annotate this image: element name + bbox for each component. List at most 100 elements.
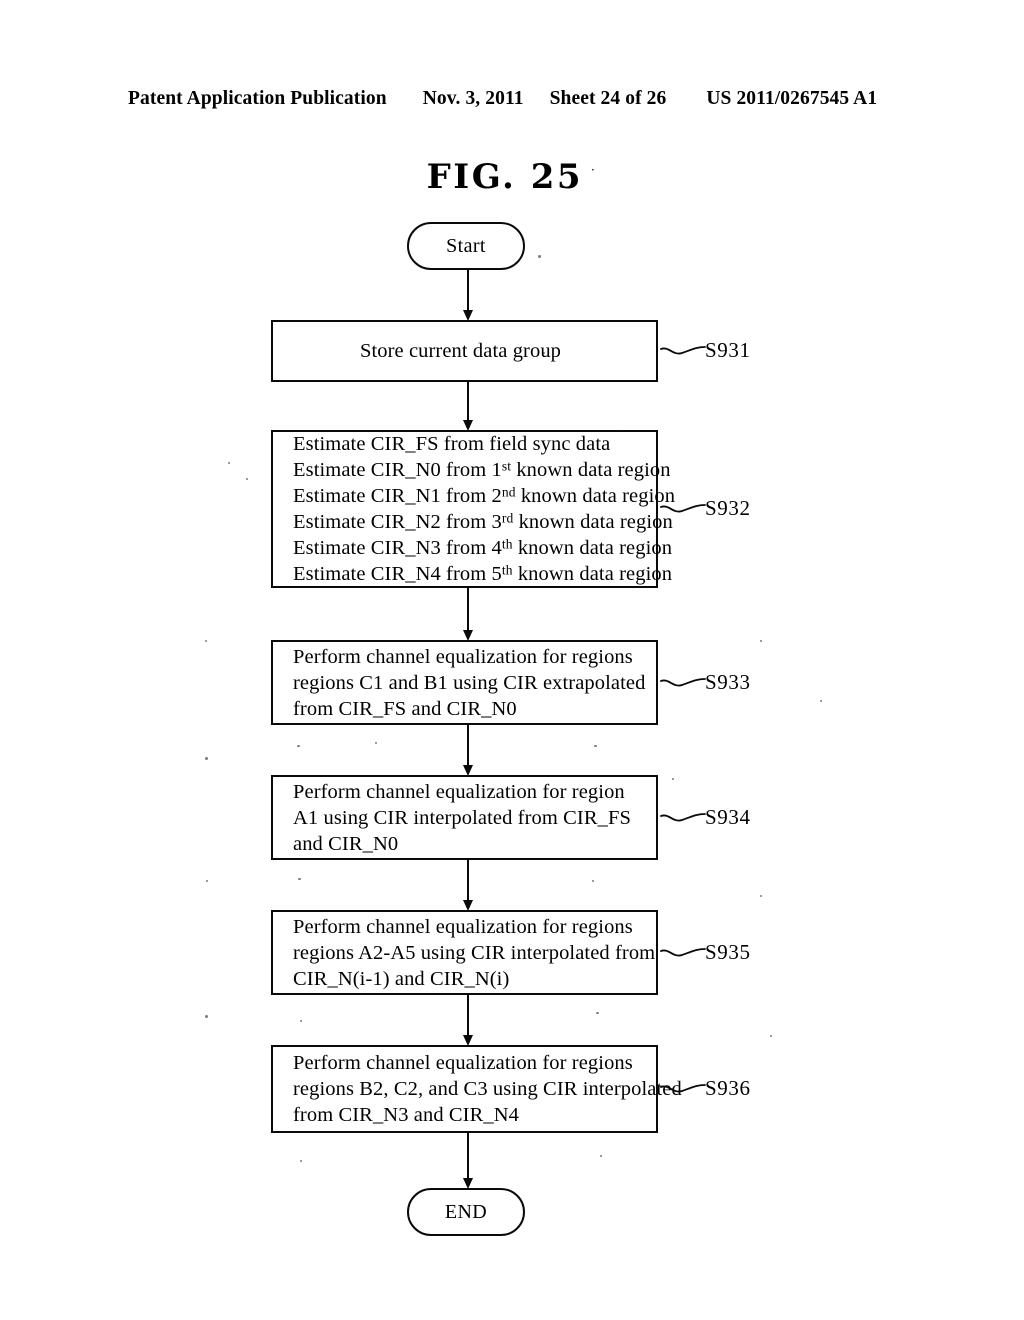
scan-speck — [617, 430, 619, 432]
start-terminal-label: Start — [446, 234, 486, 257]
step-ref-leader-s935 — [660, 946, 706, 960]
process-line: Estimate CIR_FS from field sync data — [293, 433, 611, 455]
process-line: Store current data group — [359, 340, 562, 362]
scan-speck — [300, 1160, 302, 1162]
process-line: Estimate CIR_N1 from 2nd known data regi… — [293, 484, 676, 507]
scan-speck — [820, 700, 822, 702]
process-box-s931: Store current data group — [271, 320, 658, 382]
flow-connector-0 — [467, 270, 469, 311]
flow-arrowhead-4 — [462, 900, 473, 911]
end-terminal-label: END — [444, 1200, 488, 1223]
process-line: from CIR_N3 and CIR_N4 — [293, 1104, 519, 1126]
ordinal-suffix: th — [501, 562, 513, 578]
flow-connector-6 — [467, 1133, 469, 1179]
scan-speck — [590, 660, 592, 662]
step-ref-s931: S931 — [705, 338, 751, 362]
scan-speck — [672, 778, 674, 780]
step-ref-s932: S932 — [705, 496, 751, 520]
scan-speck — [760, 895, 762, 897]
flow-connector-4 — [467, 860, 469, 901]
scan-speck — [206, 880, 208, 882]
process-box-s933: Perform channel equalization for regions… — [271, 640, 658, 725]
flow-connector-1 — [467, 382, 469, 421]
process-line: and CIR_N0 — [293, 832, 399, 855]
process-line: Perform channel equalization for regions — [293, 915, 633, 938]
step-ref-leader-s931 — [660, 344, 706, 358]
ordinal-suffix: st — [501, 458, 512, 474]
scan-speck — [596, 1012, 599, 1014]
step-ref-s933: S933 — [705, 669, 751, 694]
process-box-text-s931: Store current data group — [273, 338, 656, 364]
publication-header: Patent Application Publication Nov. 3, 2… — [128, 88, 896, 110]
ordinal-suffix: th — [501, 536, 513, 552]
scan-speck — [543, 352, 545, 354]
step-ref-leader-s933 — [660, 676, 706, 690]
step-ref-s935: S935 — [705, 939, 751, 964]
header-date-label: Nov. 3, 2011 — [422, 88, 524, 109]
end-terminal: END — [407, 1188, 525, 1236]
scan-speck — [297, 745, 300, 747]
process-box-text-s933: Perform channel equalization for regions… — [273, 644, 656, 722]
process-line: Perform channel equalization for regions — [293, 1052, 633, 1074]
scan-speck — [205, 1015, 208, 1018]
title-speck-icon: · — [591, 163, 598, 177]
process-box-s932: Estimate CIR_FS from field sync data Esti… — [271, 430, 676, 588]
process-box-s935: Perform channel equalization for regions… — [271, 910, 658, 995]
scan-speck — [246, 478, 248, 480]
flow-connector-2 — [467, 588, 469, 631]
flow-arrowhead-6 — [462, 1178, 473, 1189]
scan-speck — [228, 462, 230, 464]
scan-speck — [205, 640, 207, 642]
scan-speck — [600, 1155, 602, 1157]
ordinal-suffix: rd — [501, 510, 514, 526]
process-line: Estimate CIR_N3 from 4th known data regi… — [293, 536, 673, 559]
process-line: regions A2-A5 using CIR interpolated fro… — [293, 941, 656, 964]
flow-connector-3 — [467, 725, 469, 766]
process-box-text-s932: Estimate CIR_FS from field sync data Esti… — [273, 431, 676, 587]
scan-speck — [594, 745, 597, 747]
step-ref-leader-s932 — [660, 502, 706, 516]
process-line: Estimate CIR_N4 from 5th known data regi… — [293, 562, 673, 585]
start-terminal: Start — [407, 222, 525, 270]
step-ref-s936: S936 — [705, 1076, 751, 1100]
scan-speck — [300, 1020, 302, 1022]
scan-speck — [770, 1035, 772, 1037]
flow-connector-5 — [467, 995, 469, 1036]
flow-arrowhead-5 — [462, 1035, 473, 1046]
process-line: regions C1 and B1 using CIR extrapolated — [293, 671, 646, 694]
figure-title: FIG. 25 · — [0, 157, 1024, 197]
flow-arrowhead-2 — [462, 630, 473, 641]
process-line: A1 using CIR interpolated from CIR_FS — [293, 806, 631, 829]
step-ref-s934: S934 — [705, 804, 751, 829]
process-line: from CIR_FS and CIR_N0 — [293, 697, 517, 720]
header-document-number: US 2011/0267545 A1 — [706, 88, 878, 109]
process-box-text-s934: Perform channel equalization for region A… — [273, 779, 656, 857]
scan-speck — [298, 878, 301, 880]
scan-speck — [538, 255, 541, 258]
process-line: regions B2, C2, and C3 using CIR interpo… — [293, 1078, 682, 1100]
scan-speck — [205, 757, 208, 760]
step-ref-leader-s934 — [660, 811, 706, 825]
step-ref-leader-s936 — [660, 1082, 706, 1096]
header-sheet-label: Sheet 24 of 26 — [549, 88, 667, 109]
scan-speck — [375, 742, 377, 744]
process-line: Estimate CIR_N2 from 3rd known data regi… — [293, 510, 673, 533]
flow-arrowhead-3 — [462, 765, 473, 776]
header-publication-label: Patent Application Publication — [128, 88, 387, 109]
process-box-text-s935: Perform channel equalization for regions… — [273, 914, 656, 992]
process-line: Perform channel equalization for regions — [293, 645, 633, 668]
scan-speck — [300, 790, 302, 792]
ordinal-suffix: nd — [501, 484, 516, 500]
process-line: Estimate CIR_N0 from 1st known data regi… — [293, 458, 671, 481]
process-line: CIR_N(i-1) and CIR_N(i) — [293, 967, 510, 990]
scan-speck — [592, 880, 594, 882]
process-box-s936: Perform channel equalization for regions… — [271, 1045, 682, 1133]
flow-arrowhead-1 — [462, 420, 473, 431]
process-box-text-s936: Perform channel equalization for regions… — [273, 1050, 682, 1128]
process-box-s934: Perform channel equalization for region A… — [271, 775, 658, 860]
patent-figure-page: Patent Application Publication Nov. 3, 2… — [0, 0, 1024, 1320]
figure-title-text: FIG. 25 — [426, 157, 584, 197]
process-line: Perform channel equalization for region — [293, 780, 625, 803]
scan-speck — [760, 640, 762, 642]
flow-arrowhead-0 — [462, 310, 473, 321]
